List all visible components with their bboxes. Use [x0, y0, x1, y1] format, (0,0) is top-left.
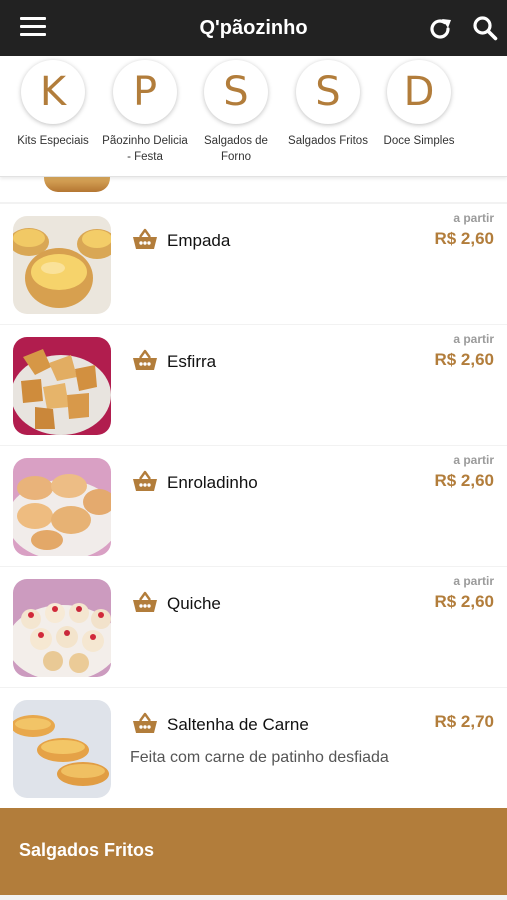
category-avatar: P [113, 60, 177, 124]
category-label: Doce Simples [383, 135, 455, 147]
category-doce-simples[interactable]: D Doce Simples [373, 60, 465, 149]
product-description: Feita com carne de patinho desfiada [130, 749, 389, 766]
category-label: Pãozinho Delicia - Festa [102, 135, 188, 163]
basket-icon[interactable] [132, 349, 158, 371]
category-label: Salgados de Forno [204, 135, 268, 163]
list-continuation [0, 895, 507, 900]
list-item-partial[interactable] [0, 176, 507, 202]
price-from-label: a partir [453, 574, 494, 588]
price-from-label: a partir [453, 211, 494, 225]
product-image-enroladinho [13, 458, 111, 556]
list-item-quiche[interactable]: Quiche a partir R$ 2,60 [0, 567, 507, 687]
product-price: R$ 2,60 [434, 350, 494, 369]
category-avatar: S [204, 60, 268, 124]
category-kits-especiais[interactable]: K Kits Especiais [7, 60, 99, 149]
product-name: Esfirra [167, 352, 217, 371]
app-header: Q'pãozinho [0, 0, 507, 56]
product-price: R$ 2,70 [434, 712, 494, 731]
list-item-esfirra[interactable]: Esfirra a partir R$ 2,60 [0, 325, 507, 445]
section-title: Salgados Fritos [19, 840, 155, 860]
basket-icon[interactable] [132, 470, 158, 492]
price-from-label: a partir [453, 332, 494, 346]
product-price: R$ 2,60 [434, 471, 494, 490]
category-label: Kits Especiais [17, 135, 89, 147]
category-salgados-fritos[interactable]: S Salgados Fritos [282, 60, 374, 149]
product-image-empada [13, 216, 111, 314]
basket-icon[interactable] [132, 712, 158, 734]
product-image [44, 176, 110, 192]
category-avatar: K [21, 60, 85, 124]
price-from-label: a partir [453, 453, 494, 467]
product-name: Quiche [167, 594, 221, 613]
product-image-saltenha [13, 700, 111, 798]
list-item-saltenha-de-carne[interactable]: Saltenha de Carne R$ 2,70 Feita com carn… [0, 688, 507, 808]
category-carousel: K Kits Especiais P Pãozinho Delicia - Fe… [0, 56, 507, 177]
product-price: R$ 2,60 [434, 592, 494, 611]
product-name: Saltenha de Carne [167, 715, 309, 734]
list-item-enroladinho[interactable]: Enroladinho a partir R$ 2,60 [0, 446, 507, 566]
basket-icon[interactable] [132, 591, 158, 613]
product-name: Enroladinho [167, 473, 258, 492]
category-paozinho-delicia-festa[interactable]: P Pãozinho Delicia - Festa [99, 60, 191, 165]
refresh-icon[interactable] [427, 16, 453, 42]
category-salgados-de-forno[interactable]: S Salgados de Forno [190, 60, 282, 165]
search-icon[interactable] [472, 15, 498, 41]
product-image-esfirra [13, 337, 111, 435]
category-avatar: D [387, 60, 451, 124]
product-price: R$ 2,60 [434, 229, 494, 248]
basket-icon[interactable] [132, 228, 158, 250]
list-item-empada[interactable]: Empada a partir R$ 2,60 [0, 204, 507, 324]
category-label: Salgados Fritos [288, 135, 368, 147]
category-avatar: S [296, 60, 360, 124]
product-name: Empada [167, 231, 231, 250]
section-header-salgados-fritos[interactable]: Salgados Fritos [0, 808, 507, 895]
product-list[interactable]: Empada a partir R$ 2,60 Esfirra a partir… [0, 176, 507, 808]
product-image-quiche [13, 579, 111, 677]
